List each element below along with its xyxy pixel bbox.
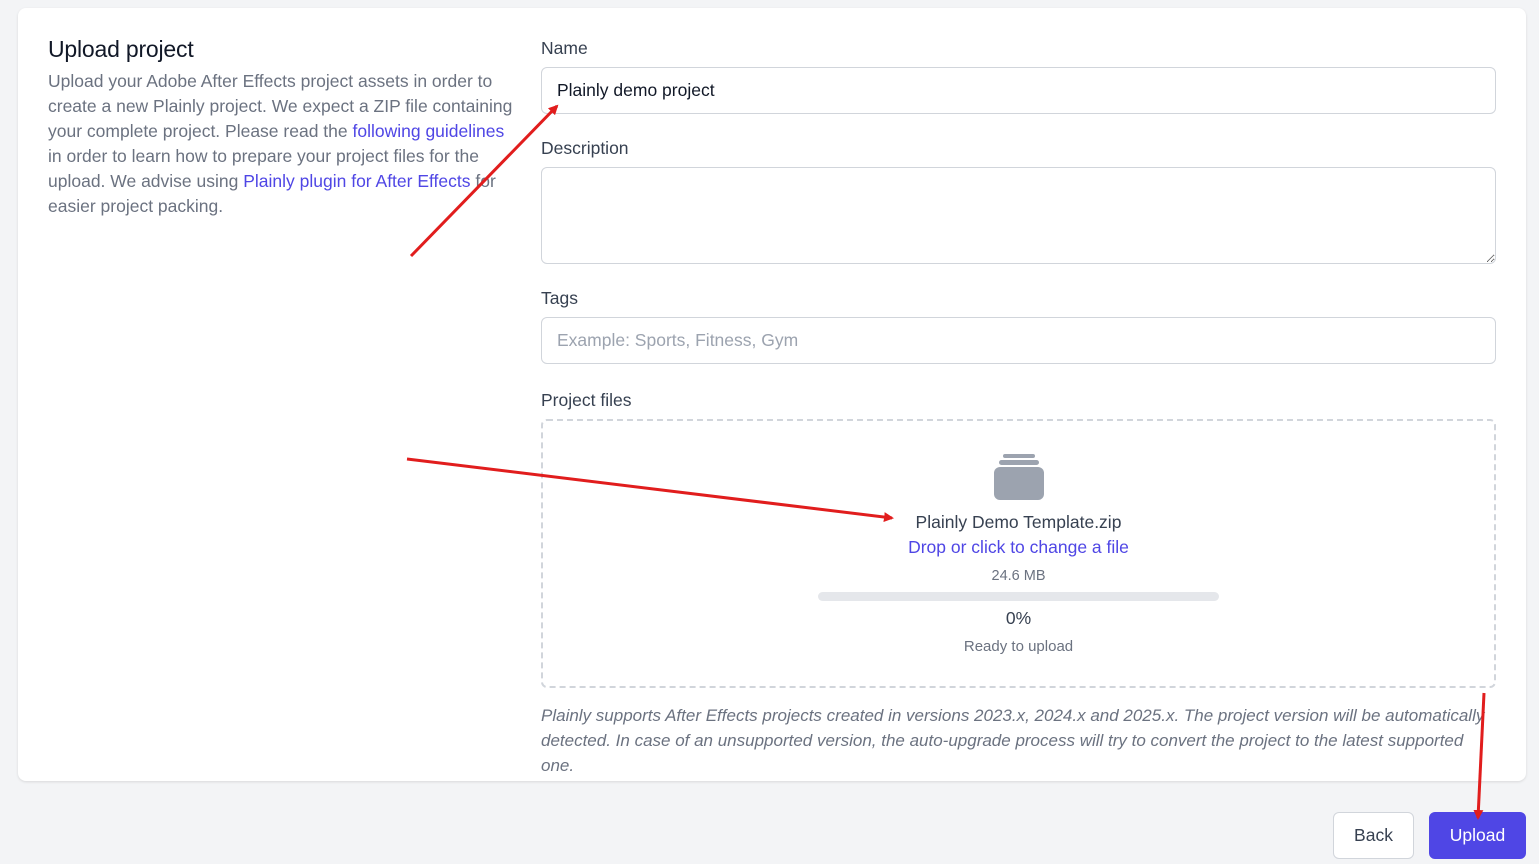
upload-form: Name Description Tags Project files Plai…: [541, 36, 1496, 778]
upload-project-card: Upload project Upload your Adobe After E…: [18, 8, 1526, 781]
project-files-label: Project files: [541, 390, 632, 410]
zip-archive-icon: [994, 454, 1044, 500]
upload-status: Ready to upload: [963, 638, 1074, 655]
guidelines-link[interactable]: following guidelines: [352, 121, 504, 141]
selected-file-name: Plainly Demo Template.zip: [915, 512, 1122, 532]
name-label: Name: [541, 38, 588, 58]
description-textarea[interactable]: [541, 167, 1496, 264]
upload-button[interactable]: Upload: [1429, 812, 1526, 859]
version-support-note: Plainly supports After Effects projects …: [541, 706, 1485, 775]
intro-section: Upload project Upload your Adobe After E…: [48, 36, 513, 219]
file-size: 24.6 MB: [991, 568, 1046, 584]
intro-description: Upload your Adobe After Effects project …: [48, 69, 513, 219]
plainly-plugin-link[interactable]: Plainly plugin for After Effects: [243, 171, 470, 191]
change-file-link[interactable]: Drop or click to change a file: [908, 537, 1129, 557]
file-dropzone[interactable]: Plainly Demo Template.zip Drop or click …: [541, 419, 1496, 688]
description-label: Description: [541, 138, 629, 158]
upload-progress-percent: 0%: [1005, 608, 1032, 628]
upload-progress-bar: [818, 592, 1219, 601]
tags-input[interactable]: [541, 317, 1496, 364]
name-input[interactable]: [541, 67, 1496, 114]
page-title: Upload project: [48, 36, 194, 62]
back-button[interactable]: Back: [1333, 812, 1414, 859]
tags-label: Tags: [541, 288, 578, 308]
